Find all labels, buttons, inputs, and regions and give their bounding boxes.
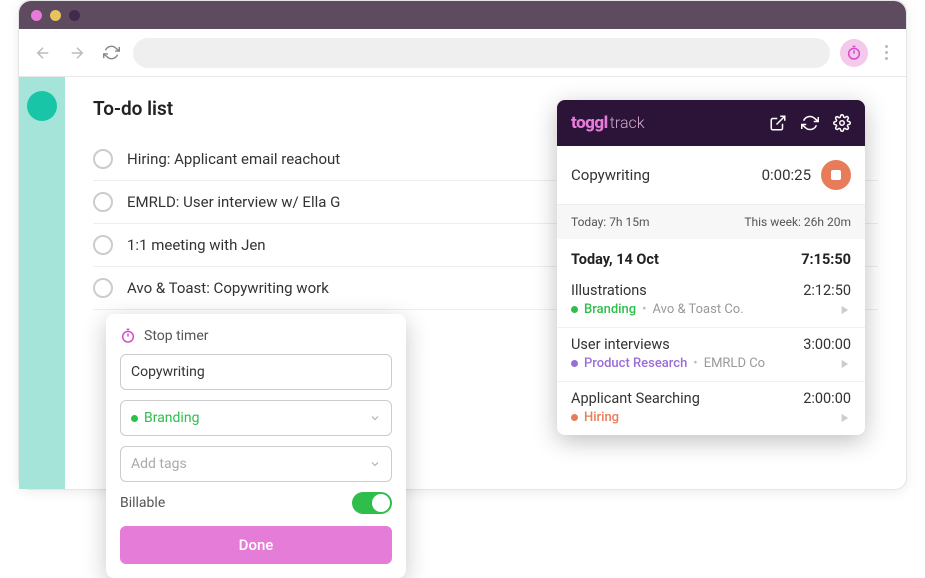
timer-icon: [120, 328, 136, 344]
chevron-down-icon: [369, 412, 381, 424]
time-entry[interactable]: Illustrations 2:12:50 Branding • Avo & T…: [557, 274, 865, 328]
close-window-dot[interactable]: [31, 10, 42, 21]
url-bar[interactable]: [133, 38, 830, 68]
date-total: 7:15:50: [801, 251, 851, 268]
time-entry[interactable]: Applicant Searching 2:00:00 Hiring: [557, 382, 865, 435]
project-dot: [571, 360, 578, 367]
tags-select[interactable]: Add tags: [120, 446, 392, 482]
todo-text: EMRLD: User interview w/ Ella G: [127, 193, 340, 211]
window-titlebar: [19, 1, 906, 29]
billable-row: Billable: [120, 492, 392, 514]
todo-text: Avo & Toast: Copywriting work: [127, 279, 329, 297]
popover-title: Stop timer: [144, 328, 209, 344]
project-selected: Branding: [131, 410, 199, 426]
todo-checkbox[interactable]: [93, 192, 113, 212]
billable-label: Billable: [120, 495, 165, 511]
sync-icon[interactable]: [801, 114, 819, 132]
running-time: 0:00:25: [762, 166, 811, 184]
chevron-down-icon: [369, 458, 381, 470]
todo-checkbox[interactable]: [93, 235, 113, 255]
extension-header: toggl track: [557, 100, 865, 146]
week-summary: This week: 26h 20m: [744, 215, 851, 229]
entry-company: Avo & Toast Co.: [652, 302, 743, 317]
project-dot: [571, 414, 578, 421]
stop-button[interactable]: [821, 160, 851, 190]
minimize-window-dot[interactable]: [50, 10, 61, 21]
entry-description: User interviews: [571, 336, 670, 353]
entry-project: Branding: [584, 302, 636, 317]
timer-popover: Stop timer Branding Add tags Billable Do…: [106, 314, 406, 578]
todo-text: Hiring: Applicant email reachout: [127, 150, 340, 168]
play-icon[interactable]: [837, 303, 851, 317]
billable-toggle[interactable]: [352, 492, 392, 514]
maximize-window-dot[interactable]: [69, 10, 80, 21]
app-sidebar: [19, 77, 65, 489]
gear-icon[interactable]: [833, 114, 851, 132]
date-label: Today, 14 Oct: [571, 251, 659, 268]
refresh-icon[interactable]: [99, 41, 123, 65]
today-summary: Today: 7h 15m: [571, 215, 650, 229]
description-input[interactable]: [120, 354, 392, 390]
entry-duration: 2:12:50: [803, 282, 851, 299]
browser-menu-icon[interactable]: [878, 45, 894, 60]
toggl-logo: toggl track: [571, 113, 645, 133]
sidebar-avatar[interactable]: [27, 91, 57, 121]
todo-checkbox[interactable]: [93, 278, 113, 298]
entry-description: Illustrations: [571, 282, 647, 299]
extension-popup: toggl track Copywriting 0:00:25 Today: 7…: [557, 100, 865, 435]
project-dot: [571, 306, 578, 313]
browser-toolbar: [19, 29, 906, 77]
entry-duration: 2:00:00: [803, 390, 851, 407]
todo-text: 1:1 meeting with Jen: [127, 236, 266, 254]
tags-placeholder: Add tags: [131, 456, 187, 472]
toggl-extension-button[interactable]: [840, 39, 868, 67]
running-entry[interactable]: Copywriting 0:00:25: [557, 146, 865, 205]
play-icon[interactable]: [837, 411, 851, 425]
running-description: Copywriting: [571, 166, 650, 184]
forward-icon[interactable]: [65, 41, 89, 65]
project-select[interactable]: Branding: [120, 400, 392, 436]
open-external-icon[interactable]: [769, 114, 787, 132]
entry-duration: 3:00:00: [803, 336, 851, 353]
back-icon[interactable]: [31, 41, 55, 65]
summary-row: Today: 7h 15m This week: 26h 20m: [557, 205, 865, 239]
done-button[interactable]: Done: [120, 526, 392, 564]
entry-description: Applicant Searching: [571, 390, 700, 407]
entry-project: Hiring: [584, 410, 619, 425]
entry-company: EMRLD Co: [704, 356, 765, 371]
play-icon[interactable]: [837, 357, 851, 371]
entry-project: Product Research: [584, 356, 687, 371]
time-entry[interactable]: User interviews 3:00:00 Product Research…: [557, 328, 865, 382]
todo-checkbox[interactable]: [93, 149, 113, 169]
date-header: Today, 14 Oct 7:15:50: [557, 239, 865, 274]
popover-header: Stop timer: [120, 328, 392, 344]
